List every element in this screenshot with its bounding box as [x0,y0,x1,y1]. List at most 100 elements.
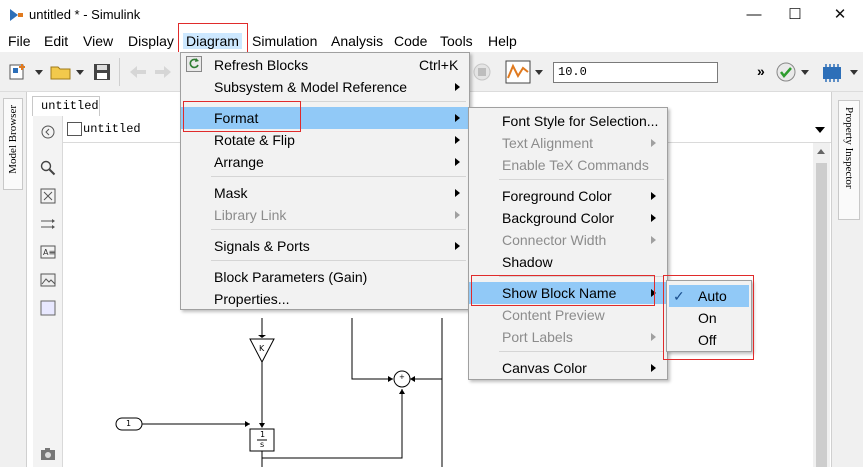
hardware-dropdown-caret[interactable] [850,70,858,75]
check-dropdown-caret[interactable] [801,70,809,75]
menu-edit[interactable]: Edit [44,33,68,49]
inport-label: 1 [126,419,132,428]
menu-item-label: Enable TeX Commands [502,157,649,173]
shortcut-label: Ctrl+K [419,57,459,73]
menu-item-rotate-flip[interactable]: Rotate & Flip [181,129,469,151]
breadcrumb[interactable]: untitled [83,122,141,136]
gain-label: K [259,344,265,353]
submenu-arrow-icon [455,158,460,166]
submenu-arrow-icon [455,242,460,250]
model-browser-tab[interactable]: Model Browser [3,98,23,190]
forward-arrow-icon[interactable] [153,64,173,80]
stop-icon[interactable] [472,62,492,82]
menu-separator [211,229,466,230]
menu-item-block-parameters[interactable]: Block Parameters (Gain) [181,266,469,288]
new-model-icon[interactable] [7,62,29,82]
minimize-button[interactable]: — [744,5,764,25]
menu-item-signals-ports[interactable]: Signals & Ports [181,235,469,257]
sum-block[interactable]: + [393,370,411,388]
menu-item-content-preview: Content Preview [469,304,667,326]
open-folder-icon[interactable] [50,63,72,81]
menu-file[interactable]: File [8,33,31,49]
zoom-icon[interactable] [40,160,56,176]
menu-item-label: Font Style for Selection... [502,113,659,129]
signal-arrows-icon[interactable] [40,216,56,232]
property-inspector-label: Property Inspector [843,107,855,189]
integrator-numerator: 1 [260,430,266,439]
scope-dropdown-caret[interactable] [535,70,543,75]
scope-icon[interactable] [505,60,531,84]
image-icon[interactable] [40,272,56,288]
vertical-scrollbar[interactable] [813,143,830,467]
area-box-icon[interactable] [40,300,56,316]
model-tab[interactable]: untitled [32,96,100,116]
menu-code[interactable]: Code [394,33,427,49]
hide-browser-icon[interactable] [40,124,56,140]
menu-item-label: Signals & Ports [214,238,310,254]
menu-display[interactable]: Display [128,33,174,49]
submenu-arrow-icon [651,192,656,200]
diagram-dropdown-menu: Refresh Blocks Ctrl+K Subsystem & Model … [180,52,470,310]
toolbar-overflow[interactable]: » [757,63,765,79]
menu-tools[interactable]: Tools [440,33,473,49]
fit-to-view-icon[interactable] [40,188,56,204]
menu-item-label: Content Preview [502,307,605,323]
menu-item-background-color[interactable]: Background Color [469,207,667,229]
menu-item-library-link: Library Link [181,204,469,226]
stop-time-field[interactable]: 10.0 [553,62,718,83]
model-browser-label: Model Browser [7,105,19,174]
menu-item-connector-width: Connector Width [469,229,667,251]
menu-separator [211,176,466,177]
menu-item-label: Arrange [214,154,264,170]
scroll-up-arrow[interactable] [817,149,825,154]
integrator-denominator: s [260,440,265,449]
menu-item-properties[interactable]: Properties... [181,288,469,310]
menu-item-arrange[interactable]: Arrange [181,151,469,173]
open-dropdown-caret[interactable] [76,70,84,75]
menu-help[interactable]: Help [488,33,517,49]
camera-icon[interactable] [40,446,56,462]
menu-item-font-style[interactable]: Font Style for Selection... [469,110,667,132]
menu-item-label: Refresh Blocks [214,57,309,73]
submenu-arrow-icon [455,189,460,197]
menu-item-text-alignment: Text Alignment [469,132,667,154]
menu-item-label: Subsystem & Model Reference [214,79,407,95]
menu-item-port-labels: Port Labels [469,326,667,348]
menu-item-label: Port Labels [502,329,573,345]
back-arrow-icon[interactable] [128,64,148,80]
submenu-arrow-icon [651,333,656,341]
menu-item-refresh-blocks[interactable]: Refresh Blocks Ctrl+K [181,54,469,76]
new-dropdown-caret[interactable] [35,70,43,75]
save-icon[interactable] [93,63,111,81]
model-advisor-check-icon[interactable] [776,62,796,82]
menu-item-canvas-color[interactable]: Canvas Color [469,357,667,379]
menu-view[interactable]: View [83,33,113,49]
menu-simulation[interactable]: Simulation [252,33,317,49]
block-palette: A≡ [33,116,63,467]
menu-item-mask[interactable]: Mask [181,182,469,204]
submenu-arrow-icon [455,83,460,91]
menu-analysis[interactable]: Analysis [331,33,383,49]
menu-item-shadow[interactable]: Shadow [469,251,667,273]
menu-item-label: Foreground Color [502,188,612,204]
toolbar-separator [119,58,120,86]
menu-item-subsystem-model-reference[interactable]: Subsystem & Model Reference [181,76,469,98]
svg-text:+: + [399,373,405,381]
close-button[interactable]: ✕ [830,5,850,25]
menu-item-label: Canvas Color [502,360,587,376]
property-inspector-tab[interactable]: Property Inspector [838,100,860,220]
annotation-icon[interactable]: A≡ [40,244,56,260]
show-block-name-annotation-box [471,275,655,306]
scroll-thumb[interactable] [816,163,827,467]
maximize-button[interactable]: ☐ [785,5,805,25]
menu-separator [499,351,664,352]
menu-item-enable-tex: Enable TeX Commands [469,154,667,176]
menu-item-foreground-color[interactable]: Foreground Color [469,185,667,207]
menu-item-label: Properties... [214,291,290,307]
menu-item-label: Text Alignment [502,135,594,151]
breadcrumb-dropdown-caret[interactable] [815,127,825,133]
model-icon [67,122,82,136]
menu-item-label: Mask [214,185,248,201]
hardware-board-icon[interactable] [821,61,843,83]
menu-item-label: Block Parameters (Gain) [214,269,368,285]
